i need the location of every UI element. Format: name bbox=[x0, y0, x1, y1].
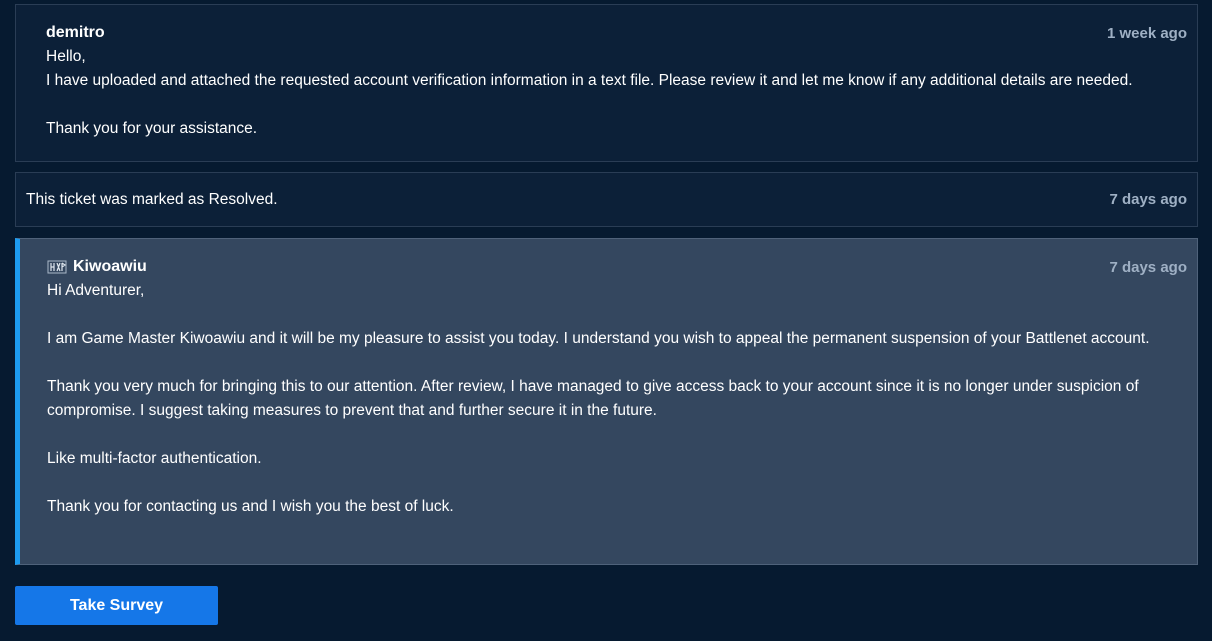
game-master-icon bbox=[47, 259, 67, 275]
message-header: demitro 1 week ago bbox=[46, 23, 1187, 43]
message-header: Kiwoawiu 7 days ago bbox=[47, 257, 1187, 277]
gm-author: Kiwoawiu bbox=[47, 258, 147, 276]
message-paragraph bbox=[47, 351, 1187, 375]
message-paragraph: Like multi-factor authentication. bbox=[47, 450, 262, 467]
message-paragraph: Thank you for your assistance. bbox=[46, 120, 258, 137]
message-body: Hello, I have uploaded and attached the … bbox=[46, 45, 1187, 141]
status-timestamp: 7 days ago bbox=[1109, 191, 1187, 208]
status-event-card: This ticket was marked as Resolved. 7 da… bbox=[15, 172, 1198, 227]
take-survey-button[interactable]: Take Survey bbox=[15, 586, 218, 625]
message-paragraph: Thank you for contacting us and I wish y… bbox=[47, 498, 454, 515]
message-paragraph: Hello, bbox=[46, 48, 86, 65]
gm-author-name: Kiwoawiu bbox=[73, 258, 147, 275]
message-paragraph: Thank you very much for bringing this to… bbox=[47, 378, 1139, 419]
message-paragraph: Hi Adventurer, bbox=[47, 282, 145, 299]
message-timestamp: 7 days ago bbox=[1109, 258, 1187, 276]
message-paragraph bbox=[47, 471, 1187, 495]
ticket-thread: demitro 1 week ago Hello, I have uploade… bbox=[0, 0, 1212, 641]
message-timestamp: 1 week ago bbox=[1106, 24, 1187, 42]
message-paragraph: I have uploaded and attached the request… bbox=[46, 72, 1133, 89]
user-message-card: demitro 1 week ago Hello, I have uploade… bbox=[15, 4, 1198, 162]
message-author: demitro bbox=[46, 24, 105, 41]
gm-reply-card: Kiwoawiu 7 days ago Hi Adventurer, I am … bbox=[15, 238, 1198, 565]
message-paragraph bbox=[47, 423, 1187, 447]
message-paragraph: I am Game Master Kiwoawiu and it will be… bbox=[47, 330, 1150, 347]
status-text: This ticket was marked as Resolved. bbox=[26, 190, 278, 208]
message-paragraph bbox=[46, 93, 1187, 117]
message-body: Hi Adventurer, I am Game Master Kiwoawiu… bbox=[47, 279, 1187, 519]
message-paragraph bbox=[47, 303, 1187, 327]
